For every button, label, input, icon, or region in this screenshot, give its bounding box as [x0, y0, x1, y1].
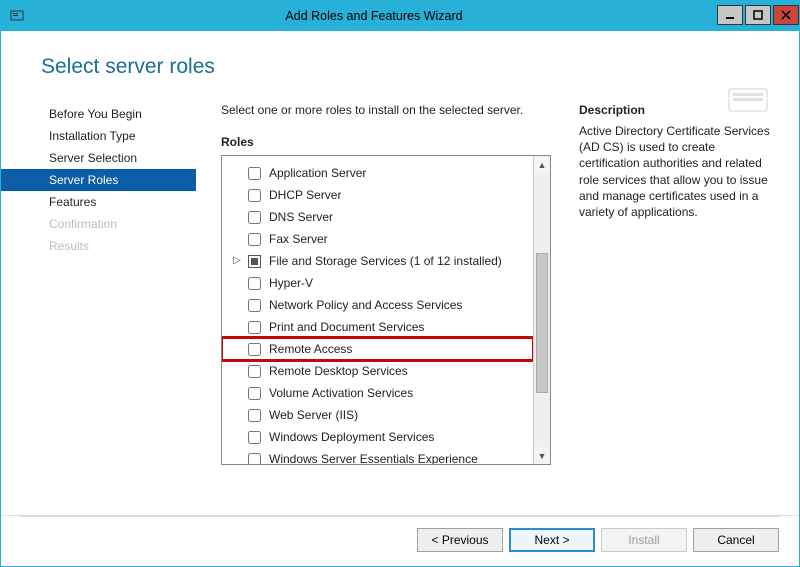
- wizard-footer: < Previous Next > Install Cancel: [1, 515, 799, 566]
- role-checkbox[interactable]: [248, 189, 261, 202]
- minimize-button[interactable]: [717, 5, 743, 25]
- role-row[interactable]: Windows Server Essentials Experience: [222, 448, 533, 464]
- role-label: DHCP Server: [269, 186, 341, 204]
- app-icon: [9, 8, 25, 24]
- role-row[interactable]: Windows Deployment Services: [222, 426, 533, 448]
- page-header: Select server roles: [1, 31, 799, 97]
- sidebar-item-before-you-begin[interactable]: Before You Begin: [1, 103, 196, 125]
- page-title: Select server roles: [41, 55, 215, 79]
- role-row[interactable]: ▷ File and Storage Services (1 of 12 inst…: [222, 250, 533, 272]
- role-checkbox[interactable]: [248, 431, 261, 444]
- role-checkbox[interactable]: [248, 409, 261, 422]
- role-row[interactable]: Application Server: [222, 162, 533, 184]
- maximize-button[interactable]: [745, 5, 771, 25]
- sidebar-item-features[interactable]: Features: [1, 191, 196, 213]
- role-row[interactable]: Network Policy and Access Services: [222, 294, 533, 316]
- roles-column: Select one or more roles to install on t…: [221, 103, 551, 515]
- role-checkbox[interactable]: [248, 387, 261, 400]
- role-label: Remote Access: [269, 340, 352, 358]
- sidebar-item-confirmation: Confirmation: [1, 213, 196, 235]
- scroll-thumb[interactable]: [536, 253, 548, 393]
- role-row[interactable]: Fax Server: [222, 228, 533, 250]
- role-checkbox[interactable]: [248, 365, 261, 378]
- install-button: Install: [601, 528, 687, 552]
- checkbox-partial[interactable]: [248, 255, 261, 268]
- window-title: Add Roles and Features Wizard: [33, 9, 715, 23]
- wizard-window: Add Roles and Features Wizard Select ser…: [0, 0, 800, 567]
- roles-scrollbar[interactable]: ▲ ▼: [533, 156, 550, 464]
- destination-server-icon: [681, 83, 771, 123]
- role-label: Remote Desktop Services: [269, 362, 408, 380]
- wizard-steps-sidebar: Before You BeginInstallation TypeServer …: [1, 97, 196, 515]
- role-label: Windows Server Essentials Experience: [269, 450, 478, 464]
- role-label: DNS Server: [269, 208, 333, 226]
- role-label: Volume Activation Services: [269, 384, 413, 402]
- role-row[interactable]: Remote Desktop Services: [222, 360, 533, 382]
- content: Select server roles Before You BeginInst…: [1, 31, 799, 566]
- window-controls: [715, 5, 799, 27]
- role-row[interactable]: Hyper-V: [222, 272, 533, 294]
- role-row[interactable]: DNS Server: [222, 206, 533, 228]
- body: Before You BeginInstallation TypeServer …: [1, 97, 799, 515]
- roles-listbox: Application Server DHCP Server DNS Server F…: [221, 155, 551, 465]
- role-label: Windows Deployment Services: [269, 428, 434, 446]
- cancel-button[interactable]: Cancel: [693, 528, 779, 552]
- titlebar: Add Roles and Features Wizard: [1, 1, 799, 31]
- sidebar-item-installation-type[interactable]: Installation Type: [1, 125, 196, 147]
- role-row[interactable]: Volume Activation Services: [222, 382, 533, 404]
- role-checkbox[interactable]: [248, 343, 261, 356]
- sidebar-item-server-selection[interactable]: Server Selection: [1, 147, 196, 169]
- role-checkbox[interactable]: [248, 211, 261, 224]
- scroll-down-arrow[interactable]: ▼: [534, 447, 550, 464]
- role-label: Print and Document Services: [269, 318, 424, 336]
- description-column: Description Active Directory Certificate…: [579, 103, 779, 515]
- role-label: Application Server: [269, 164, 366, 182]
- role-label: Web Server (IIS): [269, 406, 358, 424]
- scroll-track[interactable]: [534, 173, 550, 447]
- sidebar-item-results: Results: [1, 235, 196, 257]
- role-label: Hyper-V: [269, 274, 313, 292]
- expand-icon[interactable]: ▷: [232, 252, 242, 270]
- role-checkbox[interactable]: [248, 453, 261, 465]
- close-button[interactable]: [773, 5, 799, 25]
- role-checkbox[interactable]: [248, 299, 261, 312]
- instruction-text: Select one or more roles to install on t…: [221, 103, 551, 117]
- sidebar-item-server-roles[interactable]: Server Roles: [1, 169, 196, 191]
- description-text: Active Directory Certificate Services (A…: [579, 123, 779, 220]
- next-button[interactable]: Next >: [509, 528, 595, 552]
- role-checkbox[interactable]: [248, 167, 261, 180]
- role-row[interactable]: Print and Document Services: [222, 316, 533, 338]
- role-checkbox[interactable]: [248, 233, 261, 246]
- role-checkbox[interactable]: [248, 277, 261, 290]
- previous-button[interactable]: < Previous: [417, 528, 503, 552]
- main-panel: Select one or more roles to install on t…: [196, 97, 799, 515]
- role-label: Network Policy and Access Services: [269, 296, 462, 314]
- role-label: File and Storage Services (1 of 12 insta…: [269, 252, 502, 270]
- role-checkbox[interactable]: [248, 321, 261, 334]
- scroll-up-arrow[interactable]: ▲: [534, 156, 550, 173]
- role-row[interactable]: Web Server (IIS): [222, 404, 533, 426]
- role-label: Fax Server: [269, 230, 328, 248]
- roles-list[interactable]: Application Server DHCP Server DNS Server F…: [222, 156, 533, 464]
- role-row[interactable]: Remote Access: [222, 338, 533, 360]
- roles-label: Roles: [221, 135, 551, 149]
- role-row[interactable]: DHCP Server: [222, 184, 533, 206]
